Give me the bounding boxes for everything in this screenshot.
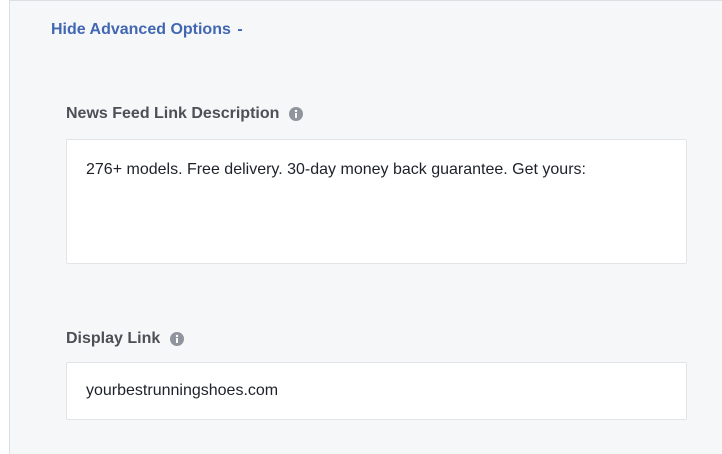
- display-link-input[interactable]: yourbestrunningshoes.com: [66, 362, 687, 420]
- display-link-label-text: Display Link: [66, 330, 161, 347]
- news-feed-link-description-value[interactable]: 276+ models. Free delivery. 30-day money…: [86, 161, 586, 178]
- collapse-symbol[interactable]: -: [237, 21, 242, 38]
- hide-advanced-options-label[interactable]: Hide Advanced Options: [51, 21, 231, 38]
- news-feed-link-description-textarea[interactable]: 276+ models. Free delivery. 30-day money…: [66, 139, 687, 264]
- news-feed-link-description-label-text: News Feed Link Description: [66, 105, 280, 122]
- display-link-value[interactable]: yourbestrunningshoes.com: [86, 382, 278, 399]
- hide-advanced-options-link[interactable]: Hide Advanced Options -: [51, 21, 243, 39]
- news-feed-link-description-label: News Feed Link Description: [66, 105, 304, 123]
- display-link-label: Display Link: [66, 330, 185, 348]
- advanced-options-panel: Hide Advanced Options - News Feed Link D…: [9, 0, 722, 454]
- info-icon[interactable]: [170, 332, 185, 346]
- info-icon[interactable]: [289, 107, 304, 121]
